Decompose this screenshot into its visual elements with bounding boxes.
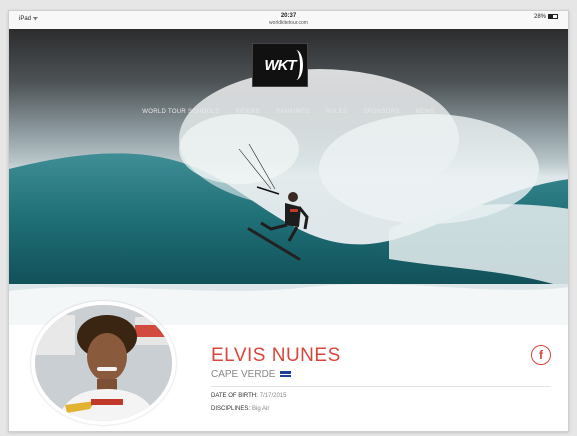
flag-icon [280,371,292,378]
status-bar: iPad ᯤ 20:37 worldkitetour.com 28% [9,11,568,29]
rider-name: ELVIS NUNES [211,345,341,366]
clock: 20:37 [280,13,297,19]
country-name: CAPE VERDE [211,369,276,380]
battery-percent: 28% [533,14,546,21]
nav-world-tour-schools[interactable]: WORLD TOUR SCHOOLS [142,109,219,115]
disciplines-row: DISCIPLINES: Big Air [211,406,269,412]
nav-news[interactable]: NEWS [416,109,435,115]
nav-sponsors[interactable]: SPONSORS [363,109,399,115]
dob-label: DATE OF BIRTH: [211,393,258,399]
rider-country: CAPE VERDE [211,369,292,380]
facebook-icon[interactable]: f [531,345,551,365]
dob-value: 7/17/2015 [259,393,287,399]
nav-rules[interactable]: RULES [326,109,348,115]
nav-riders[interactable]: RIDERS [235,109,259,115]
url-bar[interactable]: worldkitetour.com [9,20,568,26]
browser-window: iPad ᯤ 20:37 worldkitetour.com 28% WKT W… [8,10,569,432]
hero-banner: WKT WORLD TOUR SCHOOLS RIDERS RANKINGS R… [9,29,568,325]
divider [211,386,551,387]
main-nav: WORLD TOUR SCHOOLS RIDERS RANKINGS RULES… [9,109,568,115]
status-center: 20:37 worldkitetour.com [9,13,568,26]
battery-indicator: 28% [534,14,558,20]
battery-icon [548,14,558,19]
dob-row: DATE OF BIRTH: 7/17/2015 [211,393,286,399]
logo-swoosh-icon [289,50,303,80]
disciplines-label: DISCIPLINES: [211,406,251,412]
nav-rankings[interactable]: RANKINGS [276,109,310,115]
rider-avatar [31,301,176,425]
disciplines-value: Big Air [252,406,270,412]
site-logo[interactable]: WKT [252,43,308,87]
